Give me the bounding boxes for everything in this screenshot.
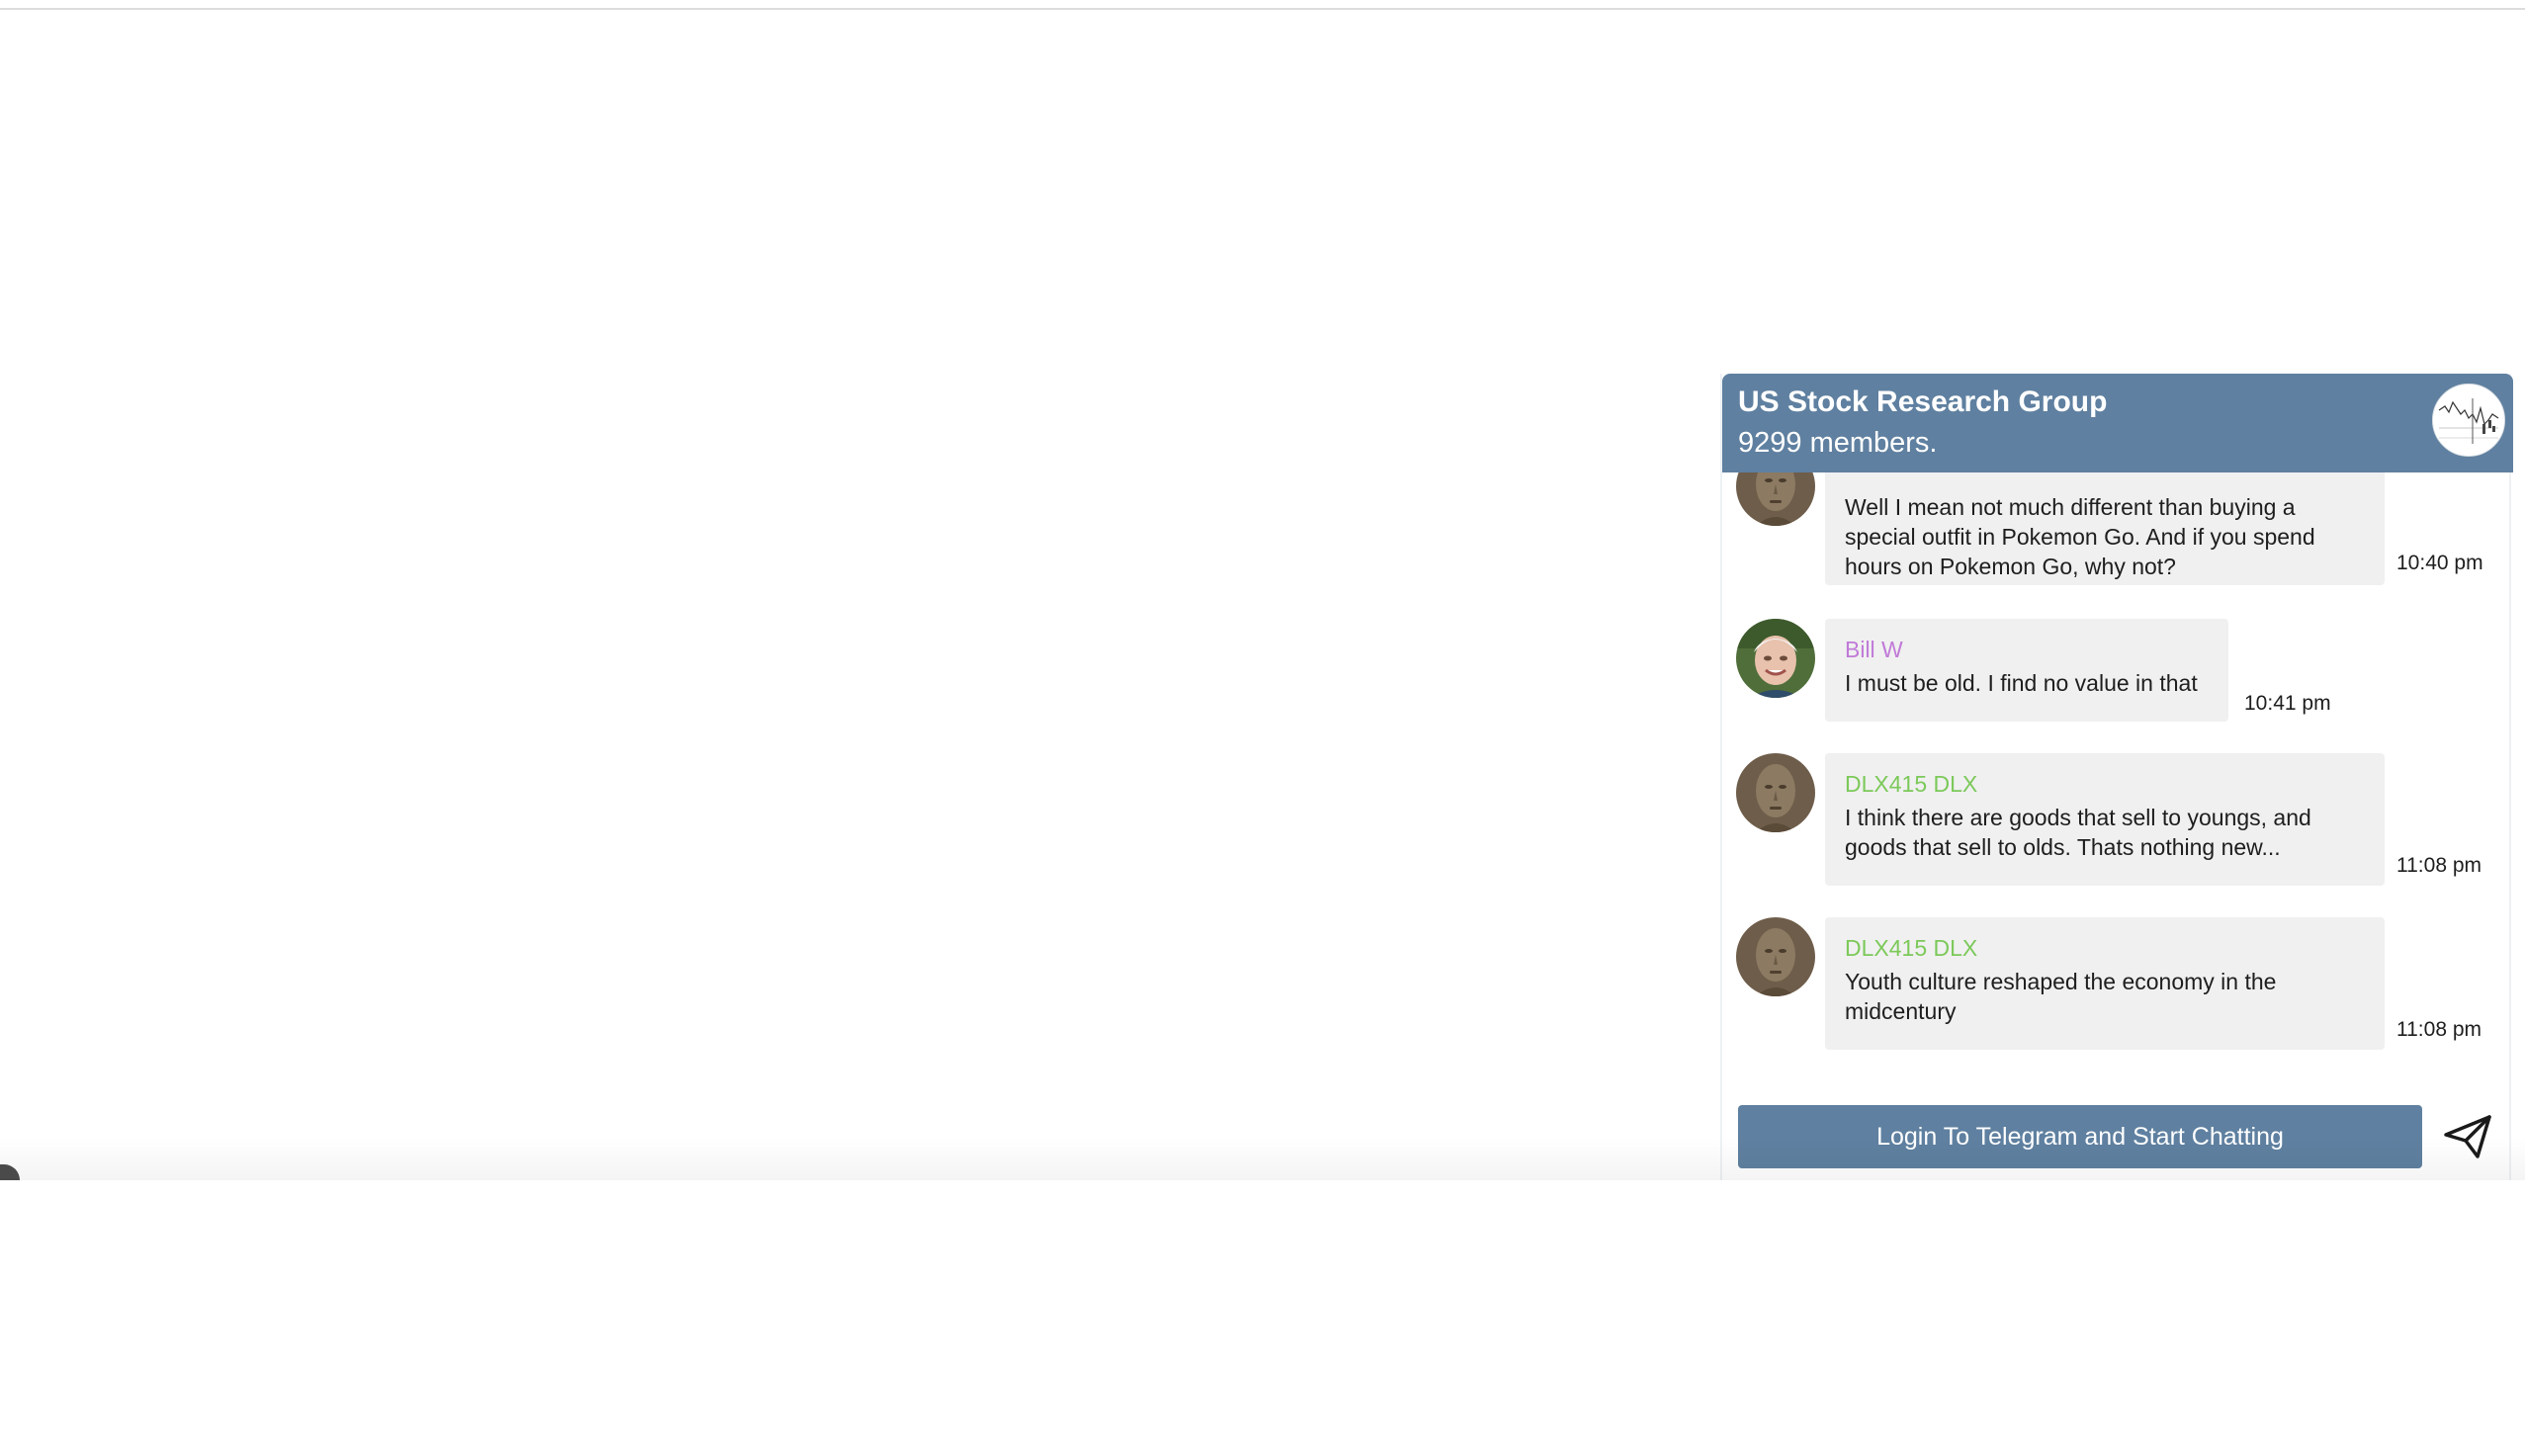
send-icon[interactable] xyxy=(2442,1111,2493,1162)
message-bubble: DLX415 DLX Youth culture reshaped the ec… xyxy=(1825,917,2385,1050)
message-time: 11:08 pm xyxy=(2396,854,2481,877)
message-bubble: DLX415 DLX I think there are goods that … xyxy=(1825,753,2385,886)
message-line: hours on Pokemon Go, why not? xyxy=(1845,554,2176,579)
browser-top-border xyxy=(0,0,2525,10)
message-line: I must be old. I find no value in that xyxy=(1845,670,2198,696)
message-line: goods that sell to olds. Thats nothing n… xyxy=(1845,834,2281,860)
statue-avatar-icon[interactable] xyxy=(1736,753,1815,832)
elderly-man-avatar-icon[interactable] xyxy=(1736,619,1815,698)
message-text: I think there are goods that sell to you… xyxy=(1845,803,2365,862)
message-list[interactable]: Well I mean not much different than buyi… xyxy=(1722,472,2513,1456)
message-sender[interactable]: Bill W xyxy=(1845,635,2209,664)
message-text: Well I mean not much different than buyi… xyxy=(1845,492,2365,581)
message-sender[interactable]: DLX415 DLX xyxy=(1845,933,2365,963)
login-telegram-button[interactable]: Login To Telegram and Start Chatting xyxy=(1738,1105,2422,1168)
message-time: 10:41 pm xyxy=(2244,692,2331,715)
group-title[interactable]: US Stock Research Group xyxy=(1738,385,2107,419)
stock-chart-avatar-icon[interactable] xyxy=(2432,384,2505,457)
message-line: Youth culture reshaped the economy in th… xyxy=(1845,969,2277,994)
message-line: special outfit in Pokemon Go. And if you… xyxy=(1845,524,2315,550)
message-text: I must be old. I find no value in that xyxy=(1845,668,2209,698)
message-line: Well I mean not much different than buyi… xyxy=(1845,494,2296,520)
message-bubble: Bill W I must be old. I find no value in… xyxy=(1825,619,2228,722)
message-time: 11:08 pm xyxy=(2396,1018,2481,1041)
member-count: 9299 members. xyxy=(1738,427,1938,459)
message-line: I think there are goods that sell to you… xyxy=(1845,805,2311,830)
message-text: Youth culture reshaped the economy in th… xyxy=(1845,967,2365,1026)
telegram-chat-widget: Well I mean not much different than buyi… xyxy=(1720,374,2513,1180)
statue-avatar-icon[interactable] xyxy=(1736,917,1815,996)
message-bubble: Well I mean not much different than buyi… xyxy=(1825,472,2385,585)
message-sender[interactable]: DLX415 DLX xyxy=(1845,769,2365,799)
message-time: 10:40 pm xyxy=(2396,552,2483,574)
chat-header: US Stock Research Group 9299 members. xyxy=(1722,374,2513,472)
statue-avatar-icon[interactable] xyxy=(1736,472,1815,526)
window-corner xyxy=(0,1164,20,1180)
message-line: midcentury xyxy=(1845,998,1957,1024)
